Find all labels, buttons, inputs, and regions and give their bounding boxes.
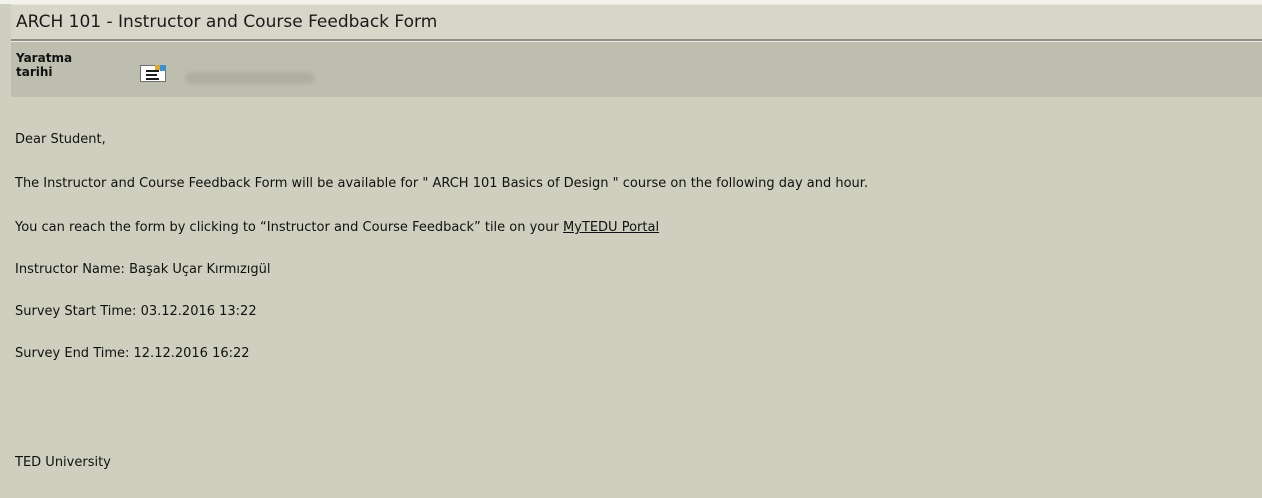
calendar-icon-line (146, 78, 159, 80)
created-date-label: Yaratma tarihi (16, 51, 73, 79)
calendar-icon-line (146, 74, 157, 76)
greeting-text: Dear Student, (15, 132, 106, 147)
page-title: ARCH 101 - Instructor and Course Feedbac… (16, 12, 438, 32)
reach-form-text: You can reach the form by clicking to “I… (15, 220, 659, 236)
survey-end-time-text: Survey End Time: 12.12.2016 16:22 (15, 346, 250, 361)
calendar-icon-line (146, 70, 159, 72)
title-bar: ARCH 101 - Instructor and Course Feedbac… (11, 4, 1262, 41)
instructor-name-text: Instructor Name: Başak Uçar Kırmızıgül (15, 262, 271, 277)
redacted-created-date (185, 72, 315, 84)
metadata-bar: Yaratma tarihi (11, 41, 1262, 97)
mytedu-portal-link[interactable]: MyTEDU Portal (563, 220, 659, 235)
signature-text: TED University (15, 455, 111, 470)
email-view: ARCH 101 - Instructor and Course Feedbac… (0, 0, 1262, 498)
reach-form-prefix: You can reach the form by clicking to “I… (15, 220, 563, 235)
calendar-icon[interactable] (140, 65, 166, 82)
calendar-icon-accent-blue (160, 65, 166, 71)
availability-text: The Instructor and Course Feedback Form … (15, 176, 869, 191)
survey-start-time-text: Survey Start Time: 03.12.2016 13:22 (15, 304, 257, 319)
